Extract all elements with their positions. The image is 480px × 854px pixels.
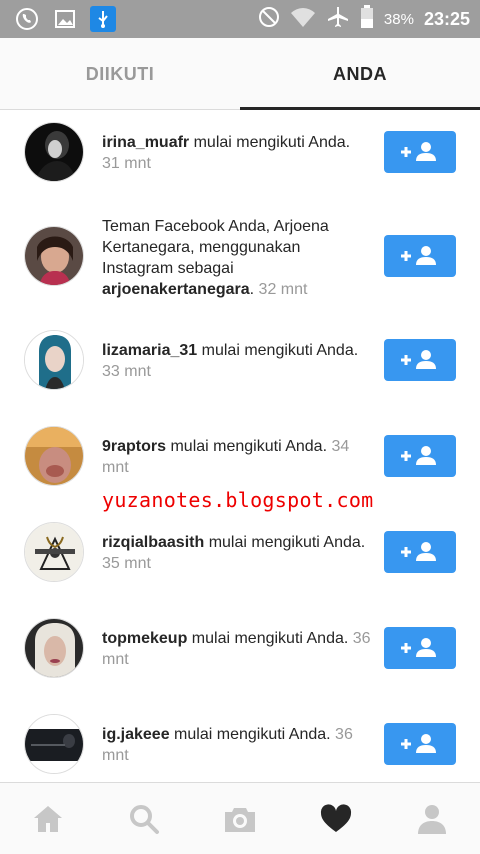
whatsapp-icon (14, 6, 40, 32)
camera-icon (225, 808, 255, 832)
airplane-icon (326, 5, 350, 33)
follow-back-button[interactable] (384, 723, 456, 765)
notification-text: topmekeup mulai mengikuti Anda. 36 mnt (102, 628, 372, 670)
follow-back-button[interactable] (384, 531, 456, 573)
add-user-icon (401, 246, 436, 265)
nav-home[interactable] (0, 783, 96, 854)
usb-icon (90, 6, 116, 32)
status-bar-left (14, 6, 116, 32)
notification-message: mulai mengikuti Anda. (187, 630, 349, 647)
username[interactable]: 9raptors (102, 438, 166, 455)
notification-message: mulai mengikuti Anda. (189, 134, 351, 151)
bottom-navigation (0, 782, 480, 854)
search-icon (130, 805, 159, 834)
tab-you[interactable]: ANDA (240, 38, 480, 110)
tab-following[interactable]: DIIKUTI (0, 38, 240, 110)
avatar[interactable] (24, 122, 84, 182)
add-user-icon (401, 350, 436, 369)
clock: 23:25 (423, 8, 470, 29)
do-not-disturb-icon (258, 6, 280, 32)
avatar[interactable] (24, 618, 84, 678)
follow-back-button[interactable] (384, 627, 456, 669)
avatar[interactable] (24, 714, 84, 774)
timestamp: 35 mnt (102, 555, 151, 572)
wifi-icon (290, 6, 316, 32)
avatar[interactable] (24, 522, 84, 582)
follow-back-button[interactable] (384, 435, 456, 477)
notification-suffix: . (249, 281, 255, 298)
notification-message: mulai mengikuti Anda. (197, 342, 359, 359)
activity-tabs: DIIKUTI ANDA (0, 38, 480, 110)
battery-icon (360, 5, 374, 33)
status-bar: 38% 23:25 (0, 0, 480, 38)
watermark-text: yuzanotes.blogspot.com (102, 488, 374, 512)
username[interactable]: arjoenakertanegara (102, 281, 250, 298)
heart-icon (320, 804, 352, 832)
follow-back-button[interactable] (384, 131, 456, 173)
add-user-icon (401, 734, 436, 753)
timestamp: 32 mnt (258, 281, 308, 298)
username[interactable]: topmekeup (102, 630, 187, 647)
add-user-icon (401, 638, 436, 657)
avatar[interactable] (24, 426, 84, 486)
nav-search[interactable] (96, 783, 192, 854)
nav-profile[interactable] (384, 783, 480, 854)
add-user-icon (401, 446, 436, 465)
home-icon (34, 806, 62, 832)
add-user-icon (401, 142, 436, 161)
username[interactable]: ig.jakeee (102, 726, 170, 743)
status-bar-right: 38% 23:25 (258, 5, 470, 33)
profile-icon (418, 805, 446, 834)
gallery-icon (52, 6, 78, 32)
notification-feed[interactable]: irina_muafr mulai mengikuti Anda. 31 mnt… (0, 110, 480, 782)
notification-text: lizamaria_31 mulai mengikuti Anda. 33 mn… (102, 340, 372, 382)
notification-message: Teman Facebook Anda, Arjoena Kertanegara… (102, 218, 329, 277)
follow-back-button[interactable] (384, 339, 456, 381)
avatar[interactable] (24, 226, 84, 286)
nav-activity[interactable] (288, 783, 384, 854)
notification-message: mulai mengikuti Anda. (166, 438, 328, 455)
username[interactable]: rizqialbaasith (102, 534, 204, 551)
notification-text: rizqialbaasith mulai mengikuti Anda. 35 … (102, 532, 372, 574)
notification-text: ig.jakeee mulai mengikuti Anda. 36 mnt (102, 724, 372, 766)
timestamp: 33 mnt (102, 363, 151, 380)
battery-percent: 38% (383, 10, 414, 28)
notification-text: Teman Facebook Anda, Arjoena Kertanegara… (102, 216, 372, 300)
timestamp: 31 mnt (102, 155, 151, 172)
notification-message: mulai mengikuti Anda. (204, 534, 366, 551)
avatar[interactable] (24, 330, 84, 390)
add-user-icon (401, 542, 436, 561)
follow-back-button[interactable] (384, 235, 456, 277)
username[interactable]: irina_muafr (102, 134, 189, 151)
notification-text: 9raptors mulai mengikuti Anda. 34 mnt (102, 436, 372, 478)
nav-camera[interactable] (192, 783, 288, 854)
notification-message: mulai mengikuti Anda. (169, 726, 331, 743)
username[interactable]: lizamaria_31 (102, 342, 197, 359)
notification-text: irina_muafr mulai mengikuti Anda. 31 mnt (102, 132, 372, 174)
